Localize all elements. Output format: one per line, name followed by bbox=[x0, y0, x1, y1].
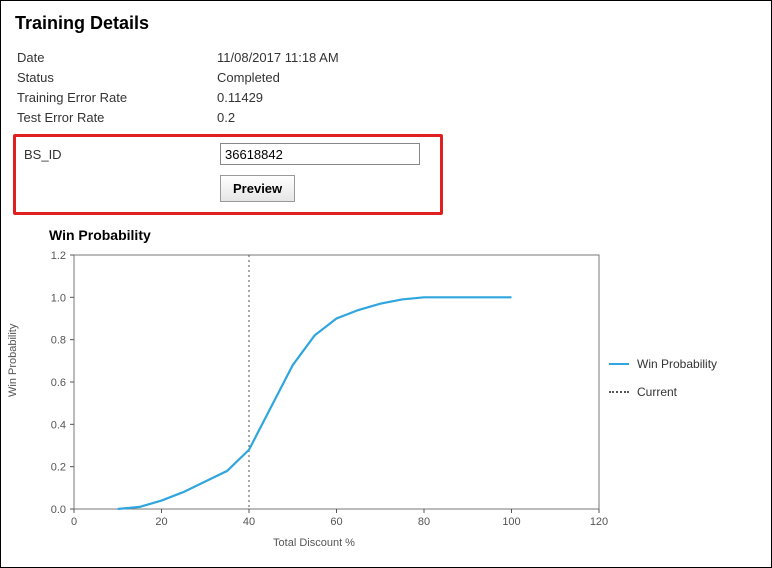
svg-text:1.0: 1.0 bbox=[51, 292, 66, 304]
bsid-input[interactable] bbox=[220, 143, 420, 165]
svg-text:60: 60 bbox=[330, 516, 342, 528]
preview-form-highlight: BS_ID Preview bbox=[13, 134, 443, 215]
preview-button[interactable]: Preview bbox=[220, 175, 295, 202]
details-table: Date 11/08/2017 11:18 AM Status Complete… bbox=[17, 48, 759, 128]
legend-dash-icon bbox=[609, 391, 629, 393]
svg-text:0.2: 0.2 bbox=[51, 462, 66, 474]
svg-text:0.0: 0.0 bbox=[51, 504, 66, 516]
win-probability-chart: 0.00.20.40.60.81.01.2020406080100120 Win… bbox=[19, 247, 609, 547]
svg-text:40: 40 bbox=[243, 516, 255, 528]
training-details-panel: Training Details Date 11/08/2017 11:18 A… bbox=[0, 0, 772, 568]
date-value: 11/08/2017 11:18 AM bbox=[217, 48, 339, 68]
legend-series-label: Win Probability bbox=[637, 357, 717, 371]
svg-text:0: 0 bbox=[71, 516, 77, 528]
svg-text:1.2: 1.2 bbox=[51, 250, 66, 262]
train-error-rate-value: 0.11429 bbox=[217, 88, 263, 108]
legend-item-win-probability: Win Probability bbox=[609, 357, 717, 371]
status-value: Completed bbox=[217, 68, 280, 88]
x-axis-label: Total Discount % bbox=[273, 537, 355, 549]
page-title: Training Details bbox=[15, 13, 759, 34]
svg-text:0.6: 0.6 bbox=[51, 377, 66, 389]
legend-item-current: Current bbox=[609, 385, 717, 399]
legend-current-label: Current bbox=[637, 385, 677, 399]
svg-text:100: 100 bbox=[502, 516, 520, 528]
win-probability-chart-wrap: 0.0 0.2 0.4 0.6 0.8 1.0 1.2 0 20 40 60 80 100 120 Win… bbox=[13, 247, 759, 547]
svg-text:20: 20 bbox=[155, 516, 167, 528]
svg-text:80: 80 bbox=[418, 516, 430, 528]
chart-svg: 0.0 0.2 0.4 0.6 0.8 1.0 1.2 0 20 40 60 80 100 120 bbox=[19, 247, 609, 547]
date-label: Date bbox=[17, 48, 217, 68]
chart-title: Win Probability bbox=[49, 227, 759, 243]
y-axis-label: Win Probability bbox=[7, 324, 19, 397]
svg-text:0.8: 0.8 bbox=[51, 335, 66, 347]
test-error-rate-label: Test Error Rate bbox=[17, 108, 217, 128]
train-error-rate-label: Training Error Rate bbox=[17, 88, 217, 108]
status-label: Status bbox=[17, 68, 217, 88]
legend-line-icon bbox=[609, 363, 629, 365]
test-error-rate-value: 0.2 bbox=[217, 108, 235, 128]
bsid-label: BS_ID bbox=[24, 147, 220, 162]
svg-text:120: 120 bbox=[590, 516, 608, 528]
svg-text:0.4: 0.4 bbox=[51, 419, 66, 431]
chart-legend: Win Probability Current bbox=[609, 357, 717, 413]
